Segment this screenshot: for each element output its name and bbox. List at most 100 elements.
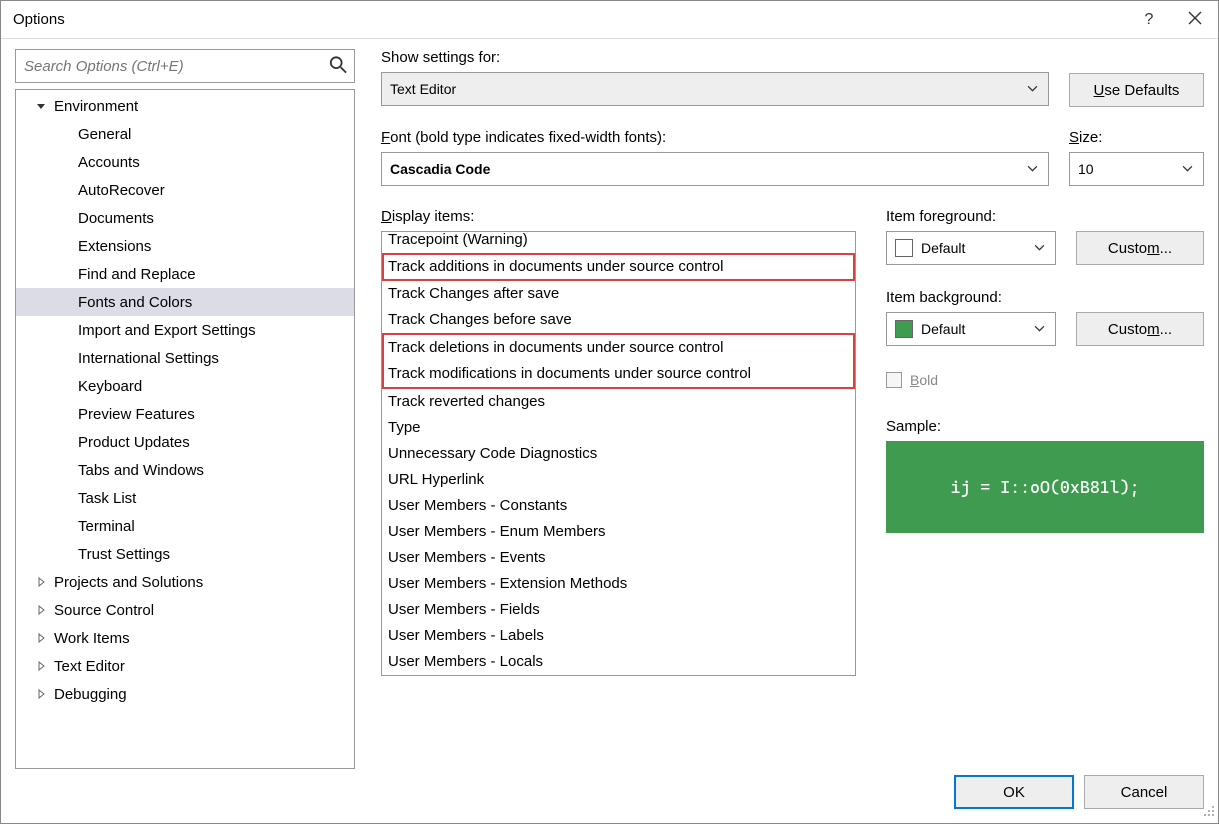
chevron-down-icon [1027, 81, 1038, 97]
display-item[interactable]: Unnecessary Code Diagnostics [382, 441, 855, 467]
tree-item-terminal[interactable]: Terminal [16, 512, 354, 540]
item-foreground-label: Item foreground: [886, 208, 1204, 225]
display-item[interactable]: Track Changes after save [382, 281, 855, 307]
highlighted-group: Track deletions in documents under sourc… [382, 333, 855, 389]
search-input[interactable] [15, 49, 355, 83]
tree-item-debugging[interactable]: Debugging [16, 680, 354, 708]
tree-item-label: Documents [78, 210, 154, 227]
background-swatch [895, 320, 913, 338]
resize-grip-icon[interactable] [1201, 803, 1215, 820]
tree-item-source-control[interactable]: Source Control [16, 596, 354, 624]
tree-item-label: Tabs and Windows [78, 462, 204, 479]
tree-item-fonts-and-colors[interactable]: Fonts and Colors [16, 288, 354, 316]
tree-item-find-and-replace[interactable]: Find and Replace [16, 260, 354, 288]
display-items-label: Display items: [381, 208, 856, 225]
item-background-value: Default [921, 321, 965, 337]
tree-item-label: Work Items [54, 630, 130, 647]
tree-item-projects-and-solutions[interactable]: Projects and Solutions [16, 568, 354, 596]
tree-item-text-editor[interactable]: Text Editor [16, 652, 354, 680]
display-item[interactable]: Type [382, 415, 855, 441]
dialog-footer: OK Cancel [1, 769, 1218, 815]
tree-item-label: Keyboard [78, 378, 142, 395]
use-defaults-button[interactable]: Use Defaults [1069, 73, 1204, 107]
chevron-right-icon [34, 603, 48, 617]
tree-item-work-items[interactable]: Work Items [16, 624, 354, 652]
custom-background-button[interactable]: Custom... [1076, 312, 1204, 346]
tree-item-label: Extensions [78, 238, 151, 255]
bold-checkbox[interactable]: Bold [886, 372, 1204, 388]
tree-item-label: Accounts [78, 154, 140, 171]
font-value: Cascadia Code [390, 161, 490, 177]
chevron-right-icon [34, 659, 48, 673]
tree-item-preview-features[interactable]: Preview Features [16, 400, 354, 428]
checkbox-icon [886, 372, 902, 388]
foreground-swatch [895, 239, 913, 257]
cancel-button[interactable]: Cancel [1084, 775, 1204, 809]
ok-button[interactable]: OK [954, 775, 1074, 809]
display-item[interactable]: User Members - Labels [382, 623, 855, 649]
display-items-listbox[interactable]: Tracepoint (Error)Tracepoint (Warning)Tr… [381, 231, 856, 676]
display-item[interactable]: User Members - Extension Methods [382, 571, 855, 597]
chevron-down-icon [34, 99, 48, 113]
sample-label: Sample: [886, 418, 1204, 435]
display-item[interactable]: Tracepoint (Warning) [382, 231, 855, 253]
tree-item-keyboard[interactable]: Keyboard [16, 372, 354, 400]
tree-item-accounts[interactable]: Accounts [16, 148, 354, 176]
display-item[interactable]: Track reverted changes [382, 389, 855, 415]
chevron-right-icon [34, 575, 48, 589]
custom-foreground-button[interactable]: Custom... [1076, 231, 1204, 265]
display-item[interactable]: User Members - Fields [382, 597, 855, 623]
tree-item-environment[interactable]: Environment [16, 92, 354, 120]
tree-item-general[interactable]: General [16, 120, 354, 148]
title-bar: Options ? [1, 1, 1218, 39]
chevron-down-icon [1027, 161, 1038, 177]
display-item[interactable]: Track Changes before save [382, 307, 855, 333]
tree-item-label: Find and Replace [78, 266, 196, 283]
show-settings-select[interactable]: Text Editor [381, 72, 1049, 106]
tree-item-import-and-export-settings[interactable]: Import and Export Settings [16, 316, 354, 344]
chevron-down-icon [1034, 321, 1045, 337]
item-foreground-value: Default [921, 240, 965, 256]
search-icon [329, 56, 347, 77]
display-item[interactable]: User Members - Enum Members [382, 519, 855, 545]
tree-item-label: Terminal [78, 518, 135, 535]
display-item[interactable]: User Members - Events [382, 545, 855, 571]
tree-item-label: General [78, 126, 131, 143]
size-select[interactable]: 10 [1069, 152, 1204, 186]
sample-text: ij = I::oO(0xB81l); [950, 477, 1139, 497]
display-item[interactable]: URL Hyperlink [382, 467, 855, 493]
size-label: Size: [1069, 129, 1204, 146]
close-button[interactable] [1172, 1, 1218, 39]
tree-item-label: Environment [54, 98, 138, 115]
tree-item-label: AutoRecover [78, 182, 165, 199]
display-item[interactable]: Track modifications in documents under s… [384, 361, 853, 387]
tree-item-autorecover[interactable]: AutoRecover [16, 176, 354, 204]
display-item[interactable]: User Members - Locals [382, 649, 855, 675]
tree-item-tabs-and-windows[interactable]: Tabs and Windows [16, 456, 354, 484]
item-background-select[interactable]: Default [886, 312, 1056, 346]
tree-item-label: Preview Features [78, 406, 195, 423]
display-item[interactable]: Track additions in documents under sourc… [382, 253, 855, 281]
tree-item-task-list[interactable]: Task List [16, 484, 354, 512]
options-tree[interactable]: Environment General Accounts AutoRecover Doc… [15, 89, 355, 769]
help-button[interactable]: ? [1126, 1, 1172, 39]
tree-item-product-updates[interactable]: Product Updates [16, 428, 354, 456]
tree-item-documents[interactable]: Documents [16, 204, 354, 232]
display-item[interactable]: Track deletions in documents under sourc… [384, 335, 853, 361]
font-select[interactable]: Cascadia Code [381, 152, 1049, 186]
tree-item-international-settings[interactable]: International Settings [16, 344, 354, 372]
chevron-right-icon [34, 687, 48, 701]
chevron-down-icon [1034, 240, 1045, 256]
show-settings-label: Show settings for: [381, 49, 1049, 66]
tree-item-label: Projects and Solutions [54, 574, 203, 591]
tree-item-trust-settings[interactable]: Trust Settings [16, 540, 354, 568]
item-background-label: Item background: [886, 289, 1204, 306]
tree-item-label: Source Control [54, 602, 154, 619]
display-item[interactable]: User Members - Constants [382, 493, 855, 519]
tree-item-label: Import and Export Settings [78, 322, 256, 339]
chevron-down-icon [1182, 161, 1193, 177]
tree-item-extensions[interactable]: Extensions [16, 232, 354, 260]
close-icon [1188, 11, 1202, 30]
item-foreground-select[interactable]: Default [886, 231, 1056, 265]
window-title: Options [13, 11, 65, 28]
